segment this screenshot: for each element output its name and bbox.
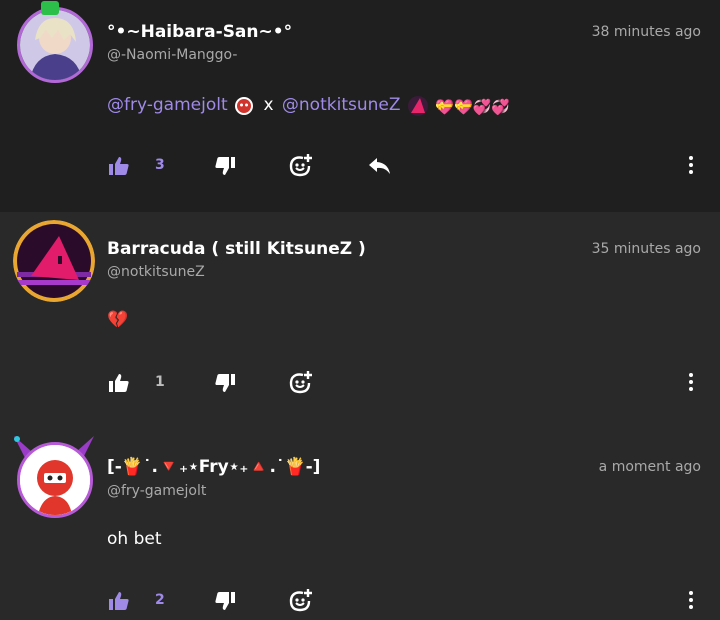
username[interactable]: @-Naomi-Manggo-	[107, 47, 237, 63]
separator-text: x	[263, 95, 274, 115]
add-reaction-icon	[289, 371, 312, 394]
more-options-button[interactable]	[681, 586, 701, 616]
more-options-button[interactable]	[681, 368, 701, 398]
like-count: 3	[155, 157, 165, 173]
hearts-emoji: 💝💝💞💞	[435, 98, 511, 116]
user-avatar-emoji	[233, 96, 255, 116]
username[interactable]: @notkitsuneZ	[107, 264, 205, 280]
add-reaction-button[interactable]	[288, 368, 314, 398]
thumbs-up-icon	[109, 374, 129, 392]
crown-badge	[41, 1, 59, 15]
more-options-button[interactable]	[681, 151, 701, 181]
display-name[interactable]: [-🍟˙.🔻₊⋆Fry⋆₊🔺.˙🍟-]	[107, 457, 320, 477]
comment-actions: 1	[107, 368, 701, 398]
comment-body: 💔	[107, 310, 129, 330]
dislike-button[interactable]	[213, 586, 237, 616]
mention-link[interactable]: @notkitsuneZ	[282, 95, 401, 115]
add-reaction-icon	[289, 589, 312, 612]
reply-button[interactable]	[367, 151, 393, 181]
comment-body: oh bet	[107, 529, 162, 549]
thumbs-down-icon	[215, 374, 235, 392]
thumbs-down-icon	[215, 592, 235, 610]
more-vertical-icon	[689, 373, 693, 391]
comment-body: @fry-gamejolt x @notkitsuneZ 💝💝💞💞	[107, 95, 510, 117]
like-button[interactable]	[107, 368, 131, 398]
dislike-button[interactable]	[213, 151, 237, 181]
comment-item: Barracuda ( still KitsuneZ ) 35 minutes …	[0, 212, 720, 430]
more-vertical-icon	[689, 156, 693, 174]
dislike-button[interactable]	[213, 368, 237, 398]
like-button[interactable]	[107, 586, 131, 616]
add-reaction-button[interactable]	[288, 586, 314, 616]
add-reaction-icon	[289, 154, 312, 177]
comment-item: °•~Haibara-San~•° 38 minutes ago @-Naomi…	[0, 0, 720, 212]
avatar[interactable]	[17, 442, 93, 518]
timestamp[interactable]: a moment ago	[599, 459, 701, 475]
timestamp[interactable]: 35 minutes ago	[592, 241, 701, 257]
like-button[interactable]	[107, 151, 131, 181]
comment-actions: 3	[107, 151, 701, 181]
thumbs-up-icon	[109, 157, 129, 175]
timestamp[interactable]: 38 minutes ago	[592, 24, 701, 40]
add-reaction-button[interactable]	[288, 151, 314, 181]
avatar[interactable]	[13, 220, 95, 302]
comment-item: [-🍟˙.🔻₊⋆Fry⋆₊🔺.˙🍟-] a moment ago @fry-ga…	[0, 430, 720, 612]
like-count: 1	[155, 374, 165, 390]
thumbs-up-icon	[109, 592, 129, 610]
reply-icon	[369, 158, 390, 174]
thumbs-down-icon	[215, 157, 235, 175]
avatar[interactable]	[17, 7, 93, 83]
username[interactable]: @fry-gamejolt	[107, 483, 206, 499]
display-name[interactable]: °•~Haibara-San~•°	[107, 22, 292, 42]
more-vertical-icon	[689, 591, 693, 609]
mention-link[interactable]: @fry-gamejolt	[107, 95, 228, 115]
user-avatar-emoji	[406, 95, 430, 117]
like-count: 2	[155, 592, 165, 608]
comment-actions: 2	[107, 586, 701, 616]
display-name[interactable]: Barracuda ( still KitsuneZ )	[107, 239, 366, 259]
